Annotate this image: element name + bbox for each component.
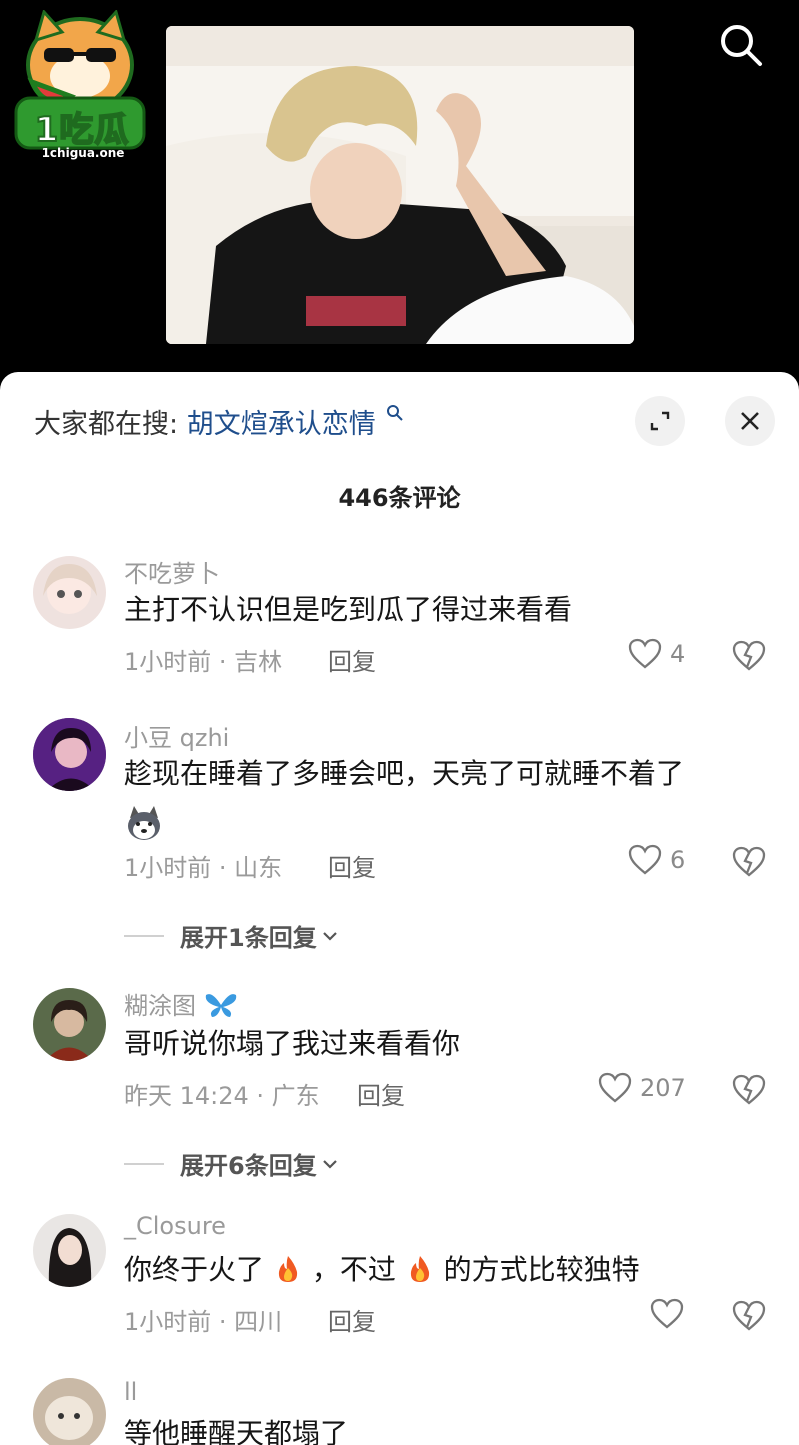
comment-text-part: 你终于火了 bbox=[124, 1253, 265, 1286]
comment-sheet: 大家都在搜: 胡文煊承认恋情 446条评论 不吃萝卜 主打不认识但是吃到瓜了得过… bbox=[0, 372, 799, 1445]
logo-subtext: 1chigua.one bbox=[41, 146, 125, 160]
heart-icon bbox=[650, 1298, 684, 1329]
avatar[interactable] bbox=[33, 718, 106, 791]
comment-username[interactable]: _Closure bbox=[124, 1212, 226, 1240]
avatar[interactable] bbox=[33, 1214, 106, 1287]
avatar[interactable] bbox=[33, 988, 106, 1061]
video-frame[interactable] bbox=[166, 26, 634, 344]
comment-text: 等他睡醒天都塌了 bbox=[124, 1417, 349, 1445]
comment-username[interactable]: 糊涂图 bbox=[124, 986, 238, 1021]
comment-meta: 昨天 14:24 · 广东 bbox=[124, 1082, 320, 1110]
heart-icon bbox=[628, 638, 662, 669]
divider bbox=[124, 1162, 164, 1165]
like-count: 6 bbox=[670, 846, 686, 874]
reply-button[interactable]: 回复 bbox=[328, 848, 376, 883]
search-icon[interactable] bbox=[716, 20, 764, 68]
hot-search-term[interactable]: 胡文煊承认恋情 bbox=[187, 409, 376, 440]
expand-replies-button[interactable]: 展开6条回复 bbox=[124, 1146, 339, 1181]
comment-username[interactable]: 不吃萝卜 bbox=[124, 554, 220, 589]
broken-heart-icon[interactable] bbox=[732, 639, 766, 673]
comment-username[interactable]: ll bbox=[124, 1378, 137, 1406]
expand-replies-label: 展开6条回复 bbox=[180, 1152, 317, 1180]
husky-emoji-icon bbox=[128, 806, 160, 840]
site-logo: 1吃瓜 1chigua.one bbox=[14, 10, 146, 160]
video-area: 1吃瓜 1chigua.one bbox=[0, 0, 799, 390]
hot-search-bar[interactable]: 大家都在搜: 胡文煊承认恋情 bbox=[34, 402, 404, 441]
like-button[interactable] bbox=[650, 1298, 684, 1330]
comment-meta: 1小时前 · 山东 bbox=[124, 854, 283, 882]
comment-meta: 1小时前 · 吉林 bbox=[124, 648, 283, 676]
reply-button[interactable]: 回复 bbox=[357, 1076, 405, 1111]
reply-button[interactable]: 回复 bbox=[328, 642, 376, 677]
search-icon bbox=[387, 405, 404, 421]
heart-icon bbox=[598, 1072, 632, 1103]
comment-count: 446条评论 bbox=[338, 484, 461, 512]
like-button[interactable]: 207 bbox=[598, 1072, 686, 1104]
broken-heart-icon[interactable] bbox=[732, 1073, 766, 1107]
expand-icon bbox=[650, 411, 670, 431]
broken-heart-icon[interactable] bbox=[732, 845, 766, 879]
comment-username[interactable]: 小豆 qzhi bbox=[124, 718, 229, 753]
broken-heart-icon[interactable] bbox=[732, 1299, 766, 1333]
comment-text: 你终于火了 ，不过 的方式比较独特 bbox=[124, 1250, 640, 1290]
avatar[interactable] bbox=[33, 1378, 106, 1445]
expand-replies-button[interactable]: 展开1条回复 bbox=[124, 918, 339, 953]
comment-meta: 1小时前 · 四川 bbox=[124, 1308, 283, 1336]
like-count: 207 bbox=[640, 1074, 686, 1102]
close-icon bbox=[741, 412, 759, 430]
fire-icon bbox=[410, 1256, 429, 1282]
fire-icon bbox=[278, 1256, 298, 1282]
chevron-down-icon bbox=[322, 1159, 337, 1169]
butterfly-icon bbox=[205, 994, 236, 1017]
hot-search-prefix: 大家都在搜: bbox=[34, 409, 179, 440]
close-button[interactable] bbox=[725, 396, 775, 446]
avatar[interactable] bbox=[33, 556, 106, 629]
logo-text: 1吃瓜 bbox=[34, 109, 130, 151]
comment-text: 趁现在睡着了多睡会吧，天亮了可就睡不着了 bbox=[124, 757, 685, 790]
like-button[interactable]: 4 bbox=[628, 638, 685, 670]
comment-text: 哥听说你塌了我过来看看你 bbox=[124, 1027, 461, 1060]
fullscreen-button[interactable] bbox=[635, 396, 685, 446]
heart-icon bbox=[628, 844, 662, 875]
divider bbox=[124, 934, 164, 937]
comment-username-text: 糊涂图 bbox=[124, 992, 196, 1020]
chevron-down-icon bbox=[322, 931, 337, 941]
reply-button[interactable]: 回复 bbox=[328, 1302, 376, 1337]
expand-replies-label: 展开1条回复 bbox=[180, 924, 317, 952]
like-count: 4 bbox=[670, 640, 686, 668]
comment-text-part: 的方式比较独特 bbox=[443, 1253, 640, 1286]
comment-text-part: ，不过 bbox=[311, 1253, 396, 1286]
comment-text: 主打不认识但是吃到瓜了得过来看看 bbox=[124, 593, 573, 626]
like-button[interactable]: 6 bbox=[628, 844, 685, 876]
